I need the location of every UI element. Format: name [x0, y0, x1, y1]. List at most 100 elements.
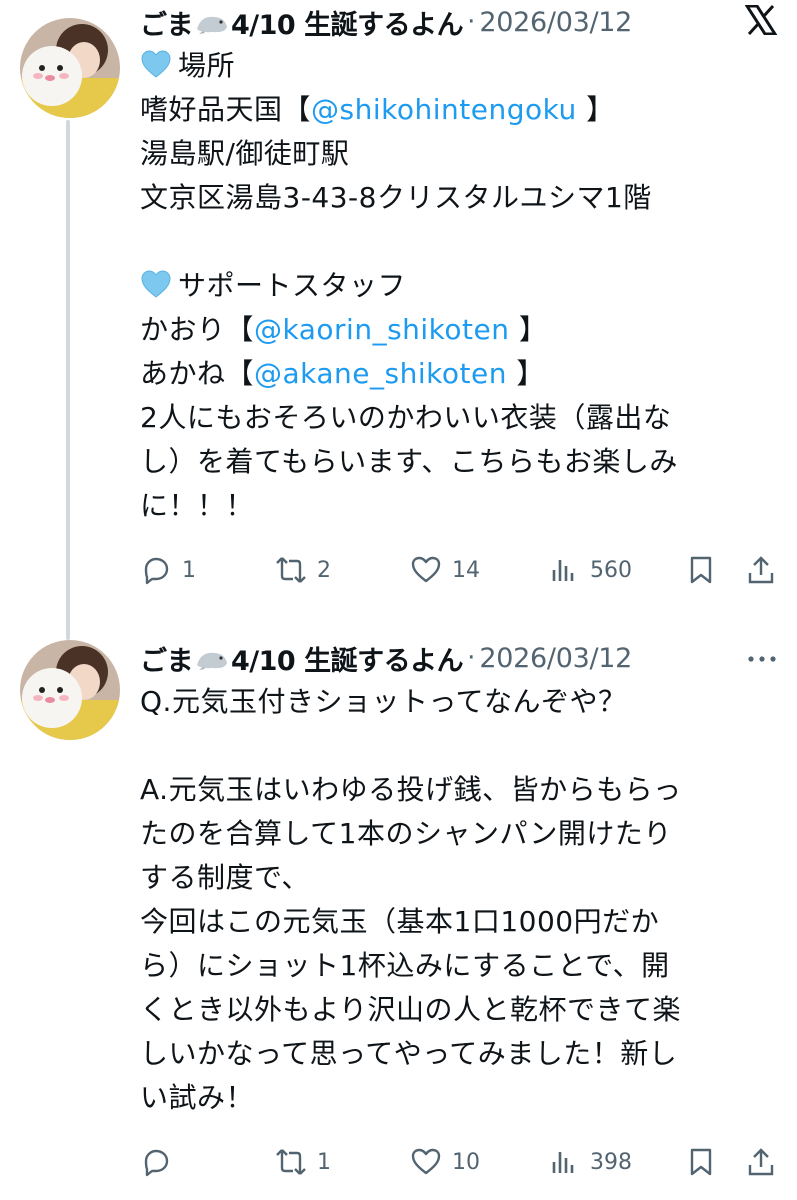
bookmark-icon — [690, 556, 712, 584]
tweet-text-line: あかね【@akane_shikoten 】 — [140, 352, 777, 396]
share-button[interactable] — [745, 1146, 777, 1178]
views-button[interactable]: 560 — [548, 554, 632, 586]
repost-count: 1 — [317, 1149, 331, 1175]
light-blue-heart-icon — [140, 268, 172, 298]
repost-button[interactable]: 2 — [275, 554, 331, 586]
tweet-text-segment: 今回はこの元気玉（基本1口1000円だか — [140, 905, 660, 938]
tweet-text-segment: に！！！ — [140, 489, 255, 522]
tweet-text-segment: Q.元気玉付きショットってなんぞや？ — [140, 685, 627, 718]
repost-icon — [276, 557, 306, 583]
tweet-text-line — [140, 724, 777, 768]
tweet-text-segment: 】 — [576, 93, 615, 126]
tweet-text-segment: たのを合算して1本のシャンパン開けたり — [140, 817, 672, 850]
tweet-header: ごま 4/10 生誕するよん · 2026/03/12 — [140, 638, 777, 678]
avatar[interactable] — [20, 18, 120, 118]
tweet-text-segment: A.元気玉はいわゆる投げ銭、皆からもらっ — [140, 773, 682, 806]
mention-link[interactable]: @akane_shikoten — [254, 357, 507, 390]
tweet: ごま 4/10 生誕するよん · 2026/03/12 — [0, 620, 797, 1200]
tweet-actions: 1 2 14 560 — [140, 550, 777, 590]
seal-emoji-icon — [195, 645, 229, 671]
light-blue-heart-icon — [140, 48, 172, 78]
share-button[interactable] — [745, 554, 777, 586]
tweet-text-line: 湯島駅/御徒町駅 — [140, 132, 777, 176]
tweet-text-segment: 嗜好品天国【 — [140, 93, 312, 126]
tweet-text-segment: ら）にショット1杯込みにすることで、開 — [140, 949, 670, 982]
tweet-text-segment: 湯島駅/御徒町駅 — [140, 137, 350, 170]
like-count: 14 — [452, 557, 480, 583]
repost-button[interactable]: 1 — [275, 1146, 331, 1178]
separator-dot: · — [467, 7, 476, 37]
reply-icon — [144, 1149, 169, 1177]
like-button[interactable]: 14 — [410, 554, 480, 586]
tweet-text-line: かおり【@kaorin_shikoten 】 — [140, 308, 777, 352]
heart-icon — [411, 556, 441, 583]
reply-button[interactable]: 1 — [140, 554, 196, 586]
more-icon[interactable] — [747, 649, 777, 668]
share-icon — [748, 1148, 774, 1176]
tweet-text-line: 嗜好品天国【@shikohintengoku 】 — [140, 88, 777, 132]
tweet-text-segment: 2人にもおそろいのかわいい衣装（露出な — [140, 401, 672, 434]
mention-link[interactable]: @shikohintengoku — [311, 93, 577, 126]
separator-dot: · — [467, 643, 476, 673]
reply-icon — [144, 557, 169, 585]
x-logo-icon[interactable] — [744, 4, 778, 39]
tweet-text-segment: あかね【 — [140, 357, 255, 390]
tweet-text-segment: サポートスタッフ — [178, 269, 407, 302]
tweet-text-segment: くとき以外もより沢山の人と乾杯できて楽 — [140, 993, 681, 1026]
tweet-text-line: A.元気玉はいわゆる投げ銭、皆からもらっ — [140, 768, 777, 812]
tweet-text-line: 今回はこの元気玉（基本1口1000円だか — [140, 900, 777, 944]
author-name[interactable]: ごま — [140, 639, 194, 678]
author-name-suffix[interactable]: 4/10 生誕するよん — [231, 3, 464, 42]
views-chart-icon — [552, 1152, 574, 1173]
tweet-text-line: くとき以外もより沢山の人と乾杯できて楽 — [140, 988, 777, 1032]
tweet-text-line: し）を着てもらいます、こちらもお楽しみ — [140, 440, 777, 484]
share-icon — [748, 556, 774, 584]
repost-count: 2 — [317, 557, 331, 583]
tweet-text-line: 場所 — [140, 44, 777, 88]
tweet-text-line: しいかなって思ってやってみました！新し — [140, 1032, 777, 1076]
tweet-text-line: い試み！ — [140, 1076, 777, 1120]
tweet-text-line — [140, 220, 777, 264]
tweet-text-segment: する制度で、 — [140, 861, 310, 894]
tweet-text-segment: しいかなって思ってやってみました！新し — [140, 1037, 678, 1070]
tweet-text-line: たのを合算して1本のシャンパン開けたり — [140, 812, 777, 856]
tweet-text-line: ら）にショット1杯込みにすることで、開 — [140, 944, 777, 988]
tweet-text-line: サポートスタッフ — [140, 264, 777, 308]
tweet-text-segment: 】 — [509, 313, 548, 346]
tweet-text-line: Q.元気玉付きショットってなんぞや？ — [140, 680, 777, 724]
like-button[interactable]: 10 — [410, 1146, 480, 1178]
tweet-text-line: に！！！ — [140, 484, 777, 528]
tweet-header: ごま 4/10 生誕するよん · 2026/03/12 — [140, 2, 778, 42]
seal-emoji-icon — [195, 9, 229, 35]
tweet-text: Q.元気玉付きショットってなんぞや？ A.元気玉はいわゆる投げ銭、皆からもらっ たの… — [140, 680, 777, 1120]
mention-link[interactable]: @kaorin_shikoten — [254, 313, 509, 346]
reply-button[interactable] — [140, 1146, 182, 1178]
tweet-text-segment: い試み！ — [140, 1081, 255, 1114]
tweet-actions: 1 10 398 — [140, 1142, 777, 1182]
tweet-text-segment: 場所 — [178, 49, 236, 82]
tweet-text-segment: かおり【 — [140, 313, 255, 346]
tweet-text: 場所 嗜好品天国【@shikohintengoku 】湯島駅/御徒町駅 文京区湯島3… — [140, 44, 777, 528]
avatar[interactable] — [20, 640, 120, 740]
views-button[interactable]: 398 — [548, 1146, 632, 1178]
repost-icon — [276, 1149, 306, 1175]
author-name[interactable]: ごま — [140, 3, 194, 42]
tweet: ごま 4/10 生誕するよん · 2026/03/12 — [0, 0, 797, 620]
tweet-text-line: 2人にもおそろいのかわいい衣装（露出な — [140, 396, 777, 440]
bookmark-button[interactable] — [685, 1146, 717, 1178]
tweet-text-segment: し）を着てもらいます、こちらもお楽しみ — [140, 445, 678, 478]
bookmark-button[interactable] — [685, 554, 717, 586]
author-name-suffix[interactable]: 4/10 生誕するよん — [231, 639, 464, 678]
views-count: 560 — [590, 557, 632, 583]
tweet-text-segment: 文京区湯島3-43-8クリスタルユシマ1階 — [140, 181, 652, 214]
views-count: 398 — [590, 1149, 632, 1175]
like-count: 10 — [452, 1149, 480, 1175]
tweet-text-line: 文京区湯島3-43-8クリスタルユシマ1階 — [140, 176, 777, 220]
bookmark-icon — [690, 1148, 712, 1176]
tweet-date[interactable]: 2026/03/12 — [479, 643, 632, 674]
tweet-date[interactable]: 2026/03/12 — [479, 7, 632, 38]
views-chart-icon — [552, 560, 574, 581]
reply-count: 1 — [182, 557, 196, 583]
tweet-text-line: する制度で、 — [140, 856, 777, 900]
tweet-text-segment: 】 — [506, 357, 545, 390]
